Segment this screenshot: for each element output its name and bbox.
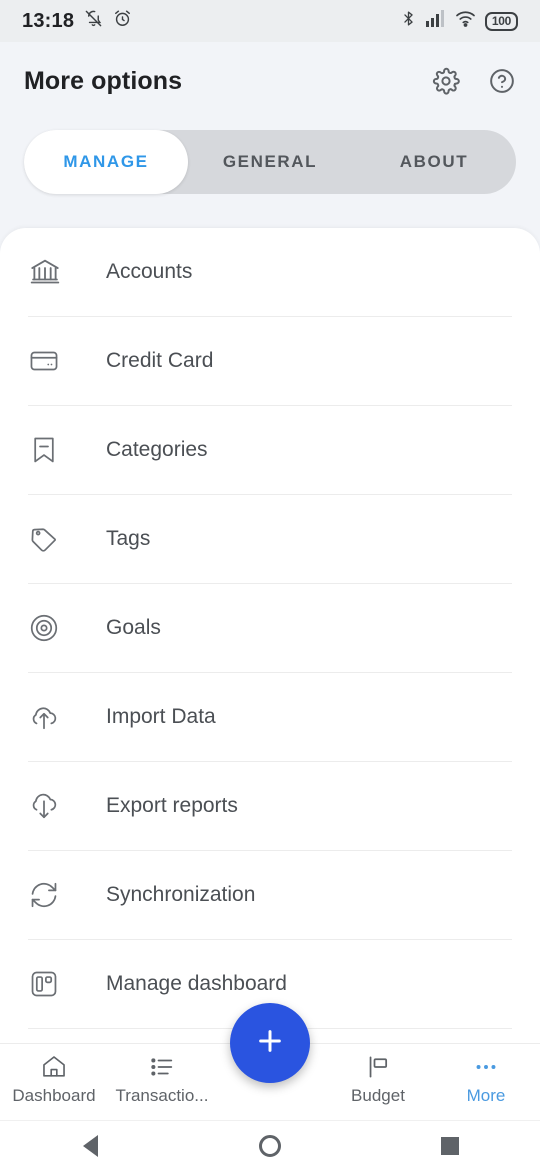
sync-refresh-icon xyxy=(28,879,72,911)
status-bar-right: 100 xyxy=(400,9,518,33)
credit-card-icon xyxy=(28,345,72,377)
nav-item-dashboard[interactable]: Dashboard xyxy=(0,1044,108,1106)
tab-bar-container: MANAGE GENERAL ABOUT xyxy=(0,120,540,226)
tab-about[interactable]: ABOUT xyxy=(352,130,516,194)
nav-label: Dashboard xyxy=(12,1086,96,1105)
status-bar-left: 13:18 xyxy=(22,9,132,33)
nav-item-transactions[interactable]: Transactio... xyxy=(108,1044,216,1106)
cloud-download-icon xyxy=(28,790,72,822)
tab-general-label: GENERAL xyxy=(222,152,318,171)
target-icon xyxy=(28,612,72,644)
menu-item-label: Manage dashboard xyxy=(106,972,287,995)
menu-item-label: Tags xyxy=(106,527,151,550)
gear-icon[interactable] xyxy=(432,67,460,95)
nav-label: More xyxy=(466,1086,506,1105)
page-title: More options xyxy=(24,66,183,95)
phone-screen: 13:18 100 More options MANAGE GENERAL AB… xyxy=(0,0,540,1170)
menu-item-label: Goals xyxy=(106,616,161,639)
status-time: 13:18 xyxy=(22,9,75,32)
recents-square-icon[interactable] xyxy=(410,1136,490,1155)
bookmark-minus-icon xyxy=(28,434,72,466)
home-circle-icon[interactable] xyxy=(230,1134,310,1157)
add-transaction-fab[interactable] xyxy=(230,1003,310,1083)
menu-item-label: Categories xyxy=(106,438,208,461)
tab-general[interactable]: GENERAL xyxy=(188,130,352,194)
menu-item-export-reports[interactable]: Export reports xyxy=(0,762,540,850)
menu-item-label: Synchronization xyxy=(106,883,256,906)
home-icon xyxy=(40,1052,68,1082)
menu-item-credit-card[interactable]: Credit Card xyxy=(0,317,540,405)
battery-level: 100 xyxy=(491,14,511,28)
wifi-icon xyxy=(455,10,476,32)
flag-icon xyxy=(364,1052,392,1082)
tab-manage[interactable]: MANAGE xyxy=(24,130,188,194)
menu-item-label: Import Data xyxy=(106,705,216,728)
tag-icon xyxy=(28,523,72,555)
menu-item-goals[interactable]: Goals xyxy=(0,584,540,672)
battery-icon: 100 xyxy=(484,11,518,31)
help-circle-icon[interactable] xyxy=(488,67,516,95)
nav-label: Transactio... xyxy=(115,1086,209,1105)
menu-item-label: Export reports xyxy=(106,794,238,817)
app-header: More options xyxy=(0,42,540,120)
menu-item-label: Credit Card xyxy=(106,349,214,372)
tab-about-label: ABOUT xyxy=(399,152,469,171)
manage-menu-list: Accounts Credit Card Categories Tags Goa… xyxy=(0,228,540,1029)
android-system-nav xyxy=(0,1120,540,1170)
menu-item-import-data[interactable]: Import Data xyxy=(0,673,540,761)
bell-muted-icon xyxy=(84,9,103,33)
menu-item-accounts[interactable]: Accounts xyxy=(0,228,540,316)
tab-manage-label: MANAGE xyxy=(63,152,149,171)
nav-item-budget[interactable]: Budget xyxy=(324,1044,432,1106)
dashboard-layout-icon xyxy=(28,968,72,1000)
list-icon xyxy=(148,1052,176,1082)
cloud-upload-icon xyxy=(28,701,72,733)
back-triangle-icon[interactable] xyxy=(50,1134,130,1157)
menu-item-label: Accounts xyxy=(106,260,193,283)
bluetooth-icon xyxy=(400,9,417,33)
ellipsis-icon xyxy=(472,1052,500,1082)
nav-label: Budget xyxy=(351,1086,405,1105)
status-bar: 13:18 100 xyxy=(0,0,540,42)
header-actions xyxy=(432,67,516,95)
menu-item-synchronization[interactable]: Synchronization xyxy=(0,851,540,939)
menu-item-categories[interactable]: Categories xyxy=(0,406,540,494)
menu-item-tags[interactable]: Tags xyxy=(0,495,540,583)
bank-icon xyxy=(28,255,72,289)
tab-bar: MANAGE GENERAL ABOUT xyxy=(24,130,516,194)
alarm-clock-icon xyxy=(113,9,132,33)
cellular-signal-icon xyxy=(425,10,446,32)
plus-icon xyxy=(253,1024,287,1063)
nav-item-more[interactable]: More xyxy=(432,1044,540,1106)
